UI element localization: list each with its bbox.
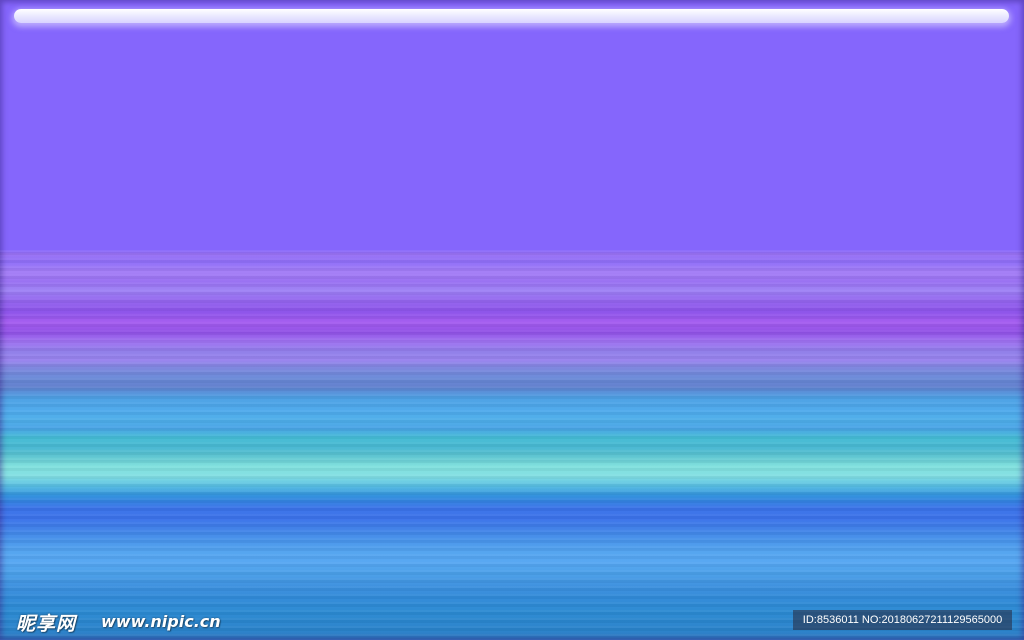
top-glow-bar [14, 9, 1009, 23]
horizontal-stripes [0, 250, 1024, 640]
watermark-logo: 昵享网 [16, 613, 77, 635]
background-gradient: 昵享网 www.nipic.cn ID:8536011 NO:201806272… [0, 0, 1024, 640]
watermark-url: www.nipic.cn [101, 612, 221, 631]
image-id-badge: ID:8536011 NO:20180627211129565000 [793, 610, 1012, 630]
